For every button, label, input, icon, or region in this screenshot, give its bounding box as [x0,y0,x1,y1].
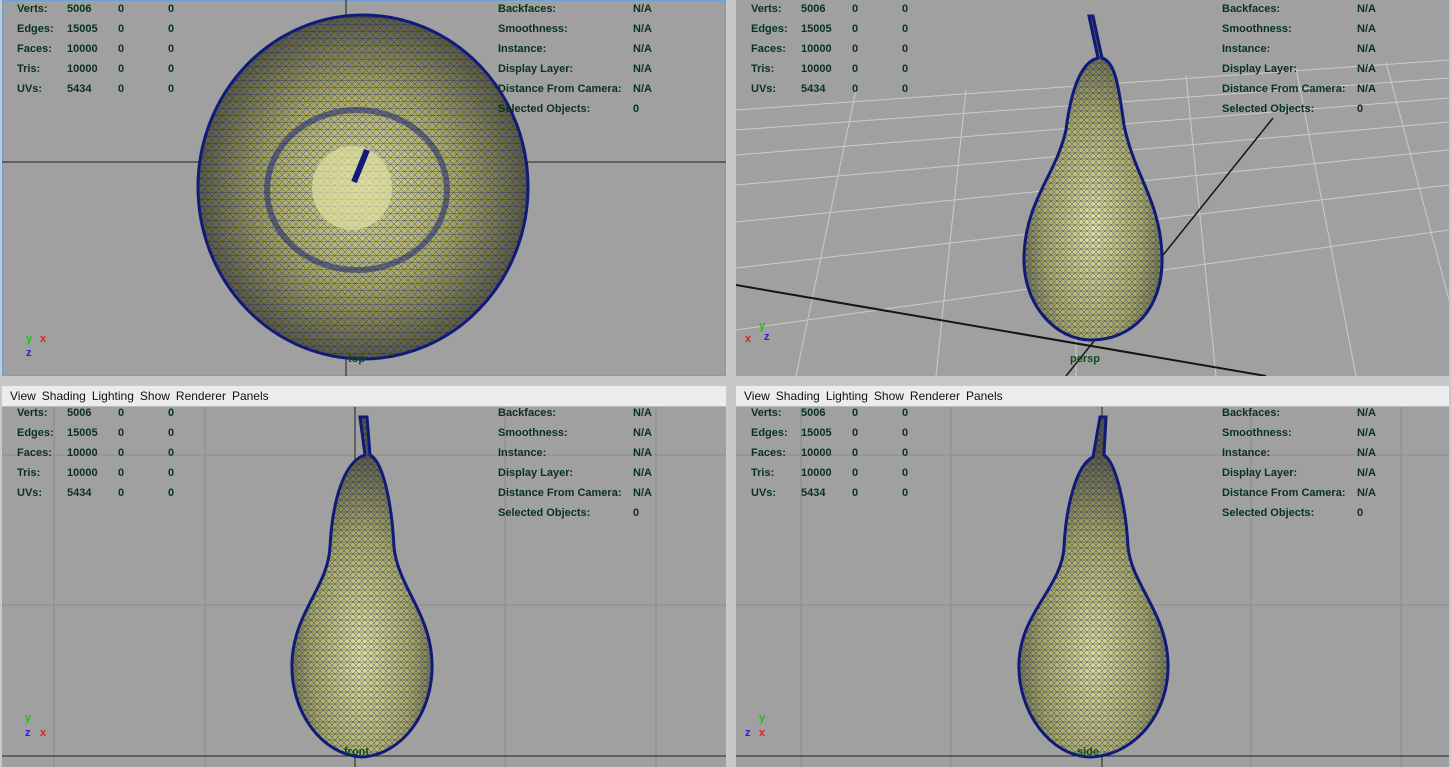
menu-show[interactable]: Show [873,389,904,403]
menu-view[interactable]: View [743,389,770,403]
menu-view[interactable]: View [9,389,36,403]
viewport-top[interactable]: Verts: 5006 0 0 Edges: 15005 0 0 Faces: 10000 0 0… [2,0,726,376]
menu-renderer[interactable]: Renderer [909,389,960,403]
menu-lighting[interactable]: Lighting [825,389,868,403]
viewport-persp-canvas [736,14,1449,376]
menu-renderer[interactable]: Renderer [175,389,226,403]
camera-label-front: front [344,746,370,758]
viewport-top-canvas [2,0,726,376]
viewport-side-canvas [736,407,1449,767]
viewport-menubar-side: View Shading Lighting Show Renderer Pane… [736,386,1449,407]
viewport-persp[interactable]: Verts: 5006 0 0 Edges: 15005 0 0 Faces: 10000 0 0… [736,0,1449,376]
viewport-side[interactable]: Verts: 5006 0 0 Edges: 15005 0 0 Faces: 10000 0 0… [736,407,1449,767]
menu-show[interactable]: Show [139,389,170,403]
menu-shading[interactable]: Shading [775,389,820,403]
menu-lighting[interactable]: Lighting [91,389,134,403]
menu-panels[interactable]: Panels [231,389,269,403]
viewport-front-canvas [2,407,726,767]
camera-label-side: side [1077,746,1100,758]
camera-label-top: top [348,353,366,365]
menu-shading[interactable]: Shading [41,389,86,403]
menu-panels[interactable]: Panels [965,389,1003,403]
viewport-front[interactable]: Verts: 5006 0 0 Edges: 15005 0 0 Faces: 10000 0 0… [2,407,726,767]
camera-label-persp: persp [1070,353,1100,365]
viewport-menubar-front: View Shading Lighting Show Renderer Pane… [2,386,726,407]
